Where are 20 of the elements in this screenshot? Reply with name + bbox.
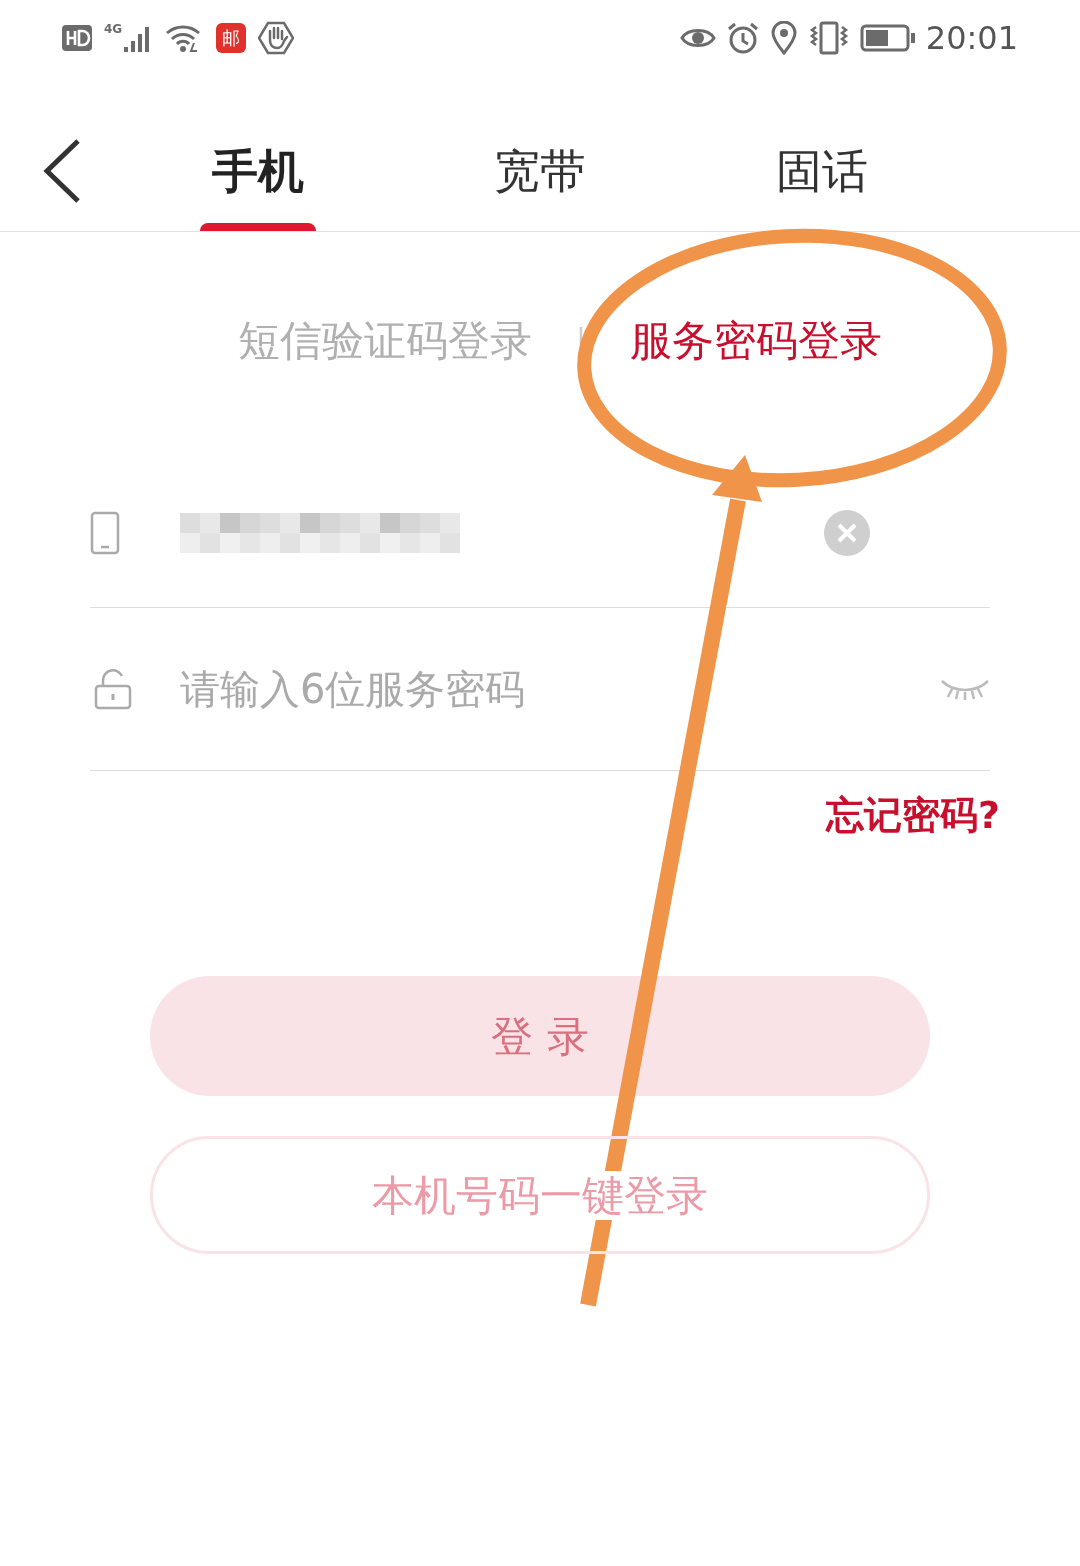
location-icon bbox=[769, 21, 798, 55]
tab[interactable]: 手机 bbox=[212, 141, 304, 223]
network-type: 4G bbox=[104, 23, 123, 35]
tab[interactable]: 固话 bbox=[776, 141, 868, 223]
phone-icon bbox=[90, 510, 120, 555]
forgot-password-link[interactable]: 忘记密码? bbox=[825, 787, 1000, 844]
password-input-field[interactable]: 请输入6位服务密码 bbox=[180, 659, 940, 719]
lock-icon bbox=[94, 668, 132, 710]
hand-icon bbox=[258, 21, 295, 55]
back-icon bbox=[42, 138, 82, 204]
hd-icon bbox=[62, 25, 92, 51]
clock-time: 20:01 bbox=[925, 18, 1018, 59]
login-mode-tab[interactable]: 服务密码登录 bbox=[629, 308, 882, 372]
tab[interactable]: 宽带 bbox=[494, 141, 586, 223]
clear-button[interactable] bbox=[824, 509, 870, 556]
mail-app-badge: 邮 bbox=[216, 23, 247, 53]
closed-eye-icon bbox=[940, 677, 990, 701]
alarm-icon bbox=[725, 21, 760, 55]
close-icon bbox=[836, 521, 858, 544]
battery-icon bbox=[859, 24, 916, 52]
